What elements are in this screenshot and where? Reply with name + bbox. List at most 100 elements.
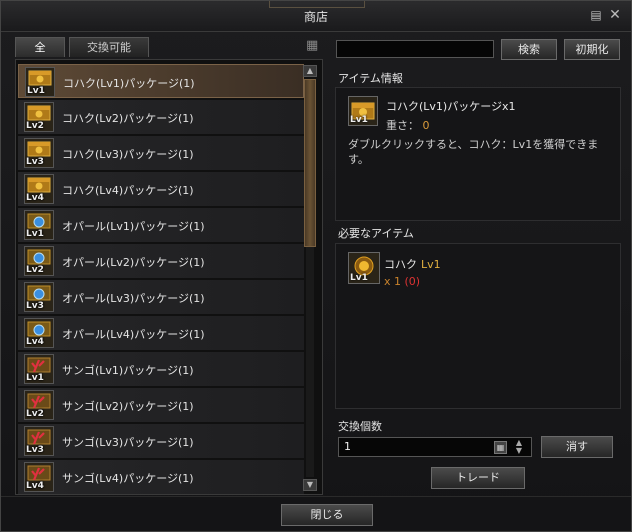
list-item[interactable]: Lv3 コハク(Lv3)パッケージ(1) — [18, 136, 304, 170]
amber-gem-icon: Lv1 — [348, 252, 380, 284]
item-level: Lv3 — [26, 157, 44, 167]
weight-value: 0 — [422, 119, 430, 132]
opal-package-icon: Lv3 — [24, 282, 54, 312]
trade-button[interactable]: トレード — [431, 467, 525, 489]
required-qty-text: x 1 — [384, 275, 402, 288]
opal-package-icon: Lv2 — [24, 246, 54, 276]
info-description: ダブルクリックすると、コハク：Lv1を獲得できます。 — [348, 138, 599, 166]
item-level: Lv4 — [26, 193, 44, 203]
item-name: オパール(Lv4)パッケージ(1) — [62, 328, 205, 341]
coral-package-icon: Lv2 — [24, 390, 54, 420]
close-icon[interactable]: ✕ — [608, 8, 622, 22]
package-glyph — [25, 103, 53, 123]
item-level: Lv1 — [26, 229, 44, 239]
item-level: Lv4 — [26, 481, 44, 491]
info-icon-level: Lv1 — [350, 115, 368, 125]
package-glyph — [25, 283, 53, 303]
required-item-name: コハク Lv1 — [384, 256, 441, 272]
scroll-thumb[interactable] — [304, 79, 316, 247]
list-item[interactable]: Lv4 サンゴ(Lv4)パッケージ(1) — [18, 460, 304, 494]
quantity-stepper[interactable]: ▲ ▼ — [511, 439, 527, 455]
help-menu-icon[interactable]: ▤ — [589, 8, 603, 22]
info-item-name: コハク(Lv1)パッケージx1 — [386, 100, 516, 113]
close-button[interactable]: 閉じる — [281, 504, 373, 526]
req-icon-level: Lv1 — [350, 273, 368, 283]
item-name: サンゴ(Lv2)パッケージ(1) — [62, 400, 194, 413]
scroll-down-arrow-icon[interactable]: ▼ — [303, 479, 317, 491]
owned-count: (0) — [404, 275, 421, 288]
list-item[interactable]: Lv3 オパール(Lv3)パッケージ(1) — [18, 280, 304, 314]
item-name: オパール(Lv1)パッケージ(1) — [62, 220, 205, 233]
item-name: コハク(Lv4)パッケージ(1) — [62, 184, 194, 197]
item-name: コハク(Lv3)パッケージ(1) — [62, 148, 194, 161]
item-name: コハク(Lv2)パッケージ(1) — [62, 112, 194, 125]
list-item[interactable]: Lv2 オパール(Lv2)パッケージ(1) — [18, 244, 304, 278]
item-level: Lv2 — [26, 265, 44, 275]
item-level: Lv3 — [26, 301, 44, 311]
item-list-panel: Lv1 コハク(Lv1)パッケージ(1) Lv2 コハク(Lv2)パッケージ(1) Lv… — [15, 59, 323, 495]
item-name: サンゴ(Lv1)パッケージ(1) — [62, 364, 194, 377]
package-glyph — [25, 463, 53, 483]
coral-package-icon: Lv3 — [24, 426, 54, 456]
item-level: Lv2 — [26, 121, 44, 131]
item-level: Lv2 — [26, 409, 44, 419]
package-glyph — [25, 211, 53, 231]
opal-package-icon: Lv1 — [24, 210, 54, 240]
required-name-text: コハク — [384, 258, 417, 271]
search-input[interactable] — [336, 40, 494, 58]
item-info-heading: アイテム情報 — [338, 72, 403, 85]
calculator-icon[interactable]: ▦ — [494, 441, 507, 454]
list-scrollbar[interactable]: ▲ ▼ — [303, 65, 317, 491]
exchange-count-label: 交換個数 — [338, 420, 382, 433]
required-items-panel: Lv1 コハク Lv1 x 1 (0) — [335, 243, 621, 409]
item-list: Lv1 コハク(Lv1)パッケージ(1) Lv2 コハク(Lv2)パッケージ(1) Lv… — [18, 64, 304, 494]
scroll-up-arrow-icon[interactable]: ▲ — [303, 65, 317, 77]
coral-package-icon: Lv1 — [24, 354, 54, 384]
list-item[interactable]: Lv2 サンゴ(Lv2)パッケージ(1) — [18, 388, 304, 422]
required-items-heading: 必要なアイテム — [338, 227, 414, 240]
amber-package-icon: Lv3 — [24, 138, 54, 168]
list-item[interactable]: Lv4 オパール(Lv4)パッケージ(1) — [18, 316, 304, 350]
item-name: オパール(Lv2)パッケージ(1) — [62, 256, 205, 269]
tab-all[interactable]: 全 — [15, 37, 65, 57]
required-level-text: Lv1 — [421, 258, 441, 271]
divider — [1, 496, 631, 497]
list-item[interactable]: Lv3 サンゴ(Lv3)パッケージ(1) — [18, 424, 304, 458]
title-bar[interactable]: 商店 ▤ ✕ — [1, 1, 631, 32]
erase-button[interactable]: 消す — [541, 436, 613, 458]
window-title: 商店 — [303, 10, 328, 24]
grid-view-icon[interactable]: ▦ — [306, 39, 320, 53]
package-glyph — [26, 68, 54, 88]
coral-package-icon: Lv4 — [24, 462, 54, 492]
amber-package-icon: Lv1 — [25, 67, 55, 97]
item-name: オパール(Lv3)パッケージ(1) — [62, 292, 205, 305]
list-item[interactable]: Lv1 オパール(Lv1)パッケージ(1) — [18, 208, 304, 242]
package-glyph — [25, 175, 53, 195]
package-glyph — [25, 247, 53, 267]
list-item[interactable]: Lv2 コハク(Lv2)パッケージ(1) — [18, 100, 304, 134]
item-info-panel: Lv1 コハク(Lv1)パッケージx1 重さ： 0 ダブルクリックすると、コハク… — [335, 87, 621, 221]
amber-package-icon: Lv1 — [348, 96, 378, 126]
list-item[interactable]: Lv1 コハク(Lv1)パッケージ(1) — [18, 64, 304, 98]
package-glyph — [25, 427, 53, 447]
title-ornament — [269, 1, 365, 8]
opal-package-icon: Lv4 — [24, 318, 54, 348]
list-item[interactable]: Lv4 コハク(Lv4)パッケージ(1) — [18, 172, 304, 206]
item-level: Lv1 — [26, 373, 44, 383]
info-weight: 重さ： 0 — [386, 117, 430, 133]
amber-package-icon: Lv2 — [24, 102, 54, 132]
item-name: コハク(Lv1)パッケージ(1) — [63, 77, 195, 90]
package-glyph — [25, 355, 53, 375]
package-glyph — [25, 139, 53, 159]
package-glyph — [25, 319, 53, 339]
shop-window: 商店 ▤ ✕ 全 交換可能 ▦ Lv1 コハク(Lv1)パッケージ(1) Lv2 コハ… — [0, 0, 632, 532]
item-name: サンゴ(Lv3)パッケージ(1) — [62, 436, 194, 449]
search-button[interactable]: 検索 — [501, 39, 557, 60]
weight-label: 重さ： — [386, 119, 419, 132]
tab-exchangeable[interactable]: 交換可能 — [69, 37, 149, 57]
item-level: Lv4 — [26, 337, 44, 347]
item-level: Lv1 — [27, 86, 45, 96]
list-item[interactable]: Lv1 サンゴ(Lv1)パッケージ(1) — [18, 352, 304, 386]
reset-button[interactable]: 初期化 — [564, 39, 620, 60]
amber-package-icon: Lv4 — [24, 174, 54, 204]
